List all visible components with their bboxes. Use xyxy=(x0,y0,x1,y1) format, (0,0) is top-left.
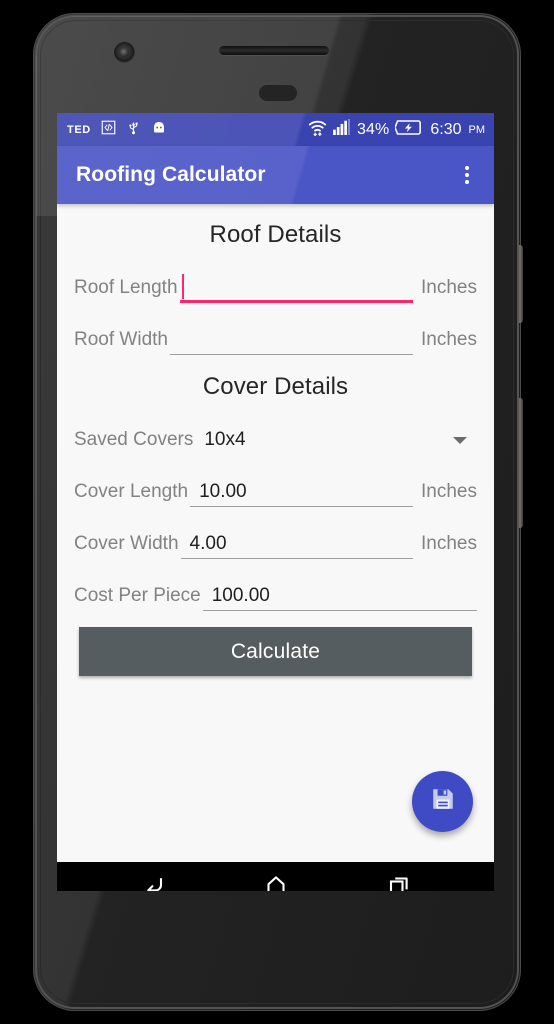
signal-bars-icon xyxy=(333,119,351,140)
cost-per-piece-label: Cost Per Piece xyxy=(74,585,201,606)
field-row-cover-length: Cover Length 10.00 Inches xyxy=(74,457,477,509)
clock-time-label: 6:30 xyxy=(430,120,462,138)
front-camera-icon xyxy=(114,42,135,63)
saved-covers-value: 10x4 xyxy=(204,429,246,450)
cost-per-piece-input[interactable]: 100.00 xyxy=(202,581,477,611)
code-brackets-icon xyxy=(101,120,116,140)
phone-screen: TED 34% 6:30 PM Roofing Calculator Roof … xyxy=(57,113,494,891)
ted-label: TED xyxy=(67,123,91,136)
status-bar: TED 34% 6:30 PM xyxy=(57,113,494,146)
roof-details-heading: Roof Details xyxy=(209,221,342,248)
usb-icon xyxy=(126,119,141,140)
roof-length-unit: Inches xyxy=(421,277,477,298)
field-row-roof-width: Roof Width Inches xyxy=(74,305,477,357)
power-button[interactable] xyxy=(518,245,523,323)
cover-width-label: Cover Width xyxy=(74,533,179,554)
battery-percent-label: 34% xyxy=(357,120,390,138)
roof-length-label: Roof Length xyxy=(74,277,178,298)
recent-apps-icon[interactable] xyxy=(377,863,421,891)
field-row-saved-covers: Saved Covers 10x4 xyxy=(74,405,477,457)
text-caret xyxy=(181,274,184,299)
volume-rocker-button[interactable] xyxy=(518,398,523,528)
status-bar-left-icons: TED xyxy=(67,119,167,140)
form-content: Roof Details Roof Length Inches Roof Wid… xyxy=(57,221,494,862)
roof-width-unit: Inches xyxy=(421,329,477,350)
cover-width-unit: Inches xyxy=(421,533,477,554)
save-fab-button[interactable] xyxy=(412,771,473,832)
home-icon[interactable] xyxy=(254,863,298,891)
cover-length-input[interactable]: 10.00 xyxy=(190,477,414,507)
calculate-button-wrapper: Calculate xyxy=(74,613,477,676)
screenshot-root: TED 34% 6:30 PM Roofing Calculator Roof … xyxy=(0,0,554,1024)
cover-length-value: 10.00 xyxy=(199,480,247,502)
cover-details-heading: Cover Details xyxy=(202,373,349,400)
cover-length-unit: Inches xyxy=(421,481,477,502)
wifi-icon xyxy=(308,119,327,141)
proximity-sensor xyxy=(259,85,297,101)
cover-width-input[interactable]: 4.00 xyxy=(180,529,414,559)
roof-width-input[interactable] xyxy=(169,325,414,355)
android-nav-bar xyxy=(57,862,494,891)
field-row-cover-width: Cover Width 4.00 Inches xyxy=(74,509,477,561)
field-row-cost-per-piece: Cost Per Piece 100.00 xyxy=(74,561,477,613)
roof-length-input[interactable] xyxy=(179,273,414,303)
calculate-button[interactable]: Calculate xyxy=(79,627,472,676)
back-arrow-icon[interactable] xyxy=(131,863,175,891)
roof-width-label: Roof Width xyxy=(74,329,168,350)
app-bar: Roofing Calculator xyxy=(57,146,494,204)
clock-ampm-label: PM xyxy=(468,123,486,136)
status-bar-right-icons: 34% 6:30 PM xyxy=(308,119,485,141)
battery-charging-icon xyxy=(394,119,422,140)
cost-per-piece-value: 100.00 xyxy=(211,584,270,606)
saved-covers-dropdown[interactable]: 10x4 xyxy=(195,425,477,455)
earpiece-speaker xyxy=(219,46,329,55)
cover-width-value: 4.00 xyxy=(189,532,227,554)
cover-length-label: Cover Length xyxy=(74,481,189,502)
field-row-roof-length: Roof Length Inches xyxy=(74,253,477,305)
chevron-down-icon xyxy=(453,436,467,444)
page-title: Roofing Calculator xyxy=(76,163,266,186)
saved-covers-label: Saved Covers xyxy=(74,429,194,450)
android-head-icon xyxy=(151,120,167,140)
save-floppy-icon xyxy=(430,786,456,817)
overflow-menu-icon[interactable] xyxy=(456,166,478,184)
